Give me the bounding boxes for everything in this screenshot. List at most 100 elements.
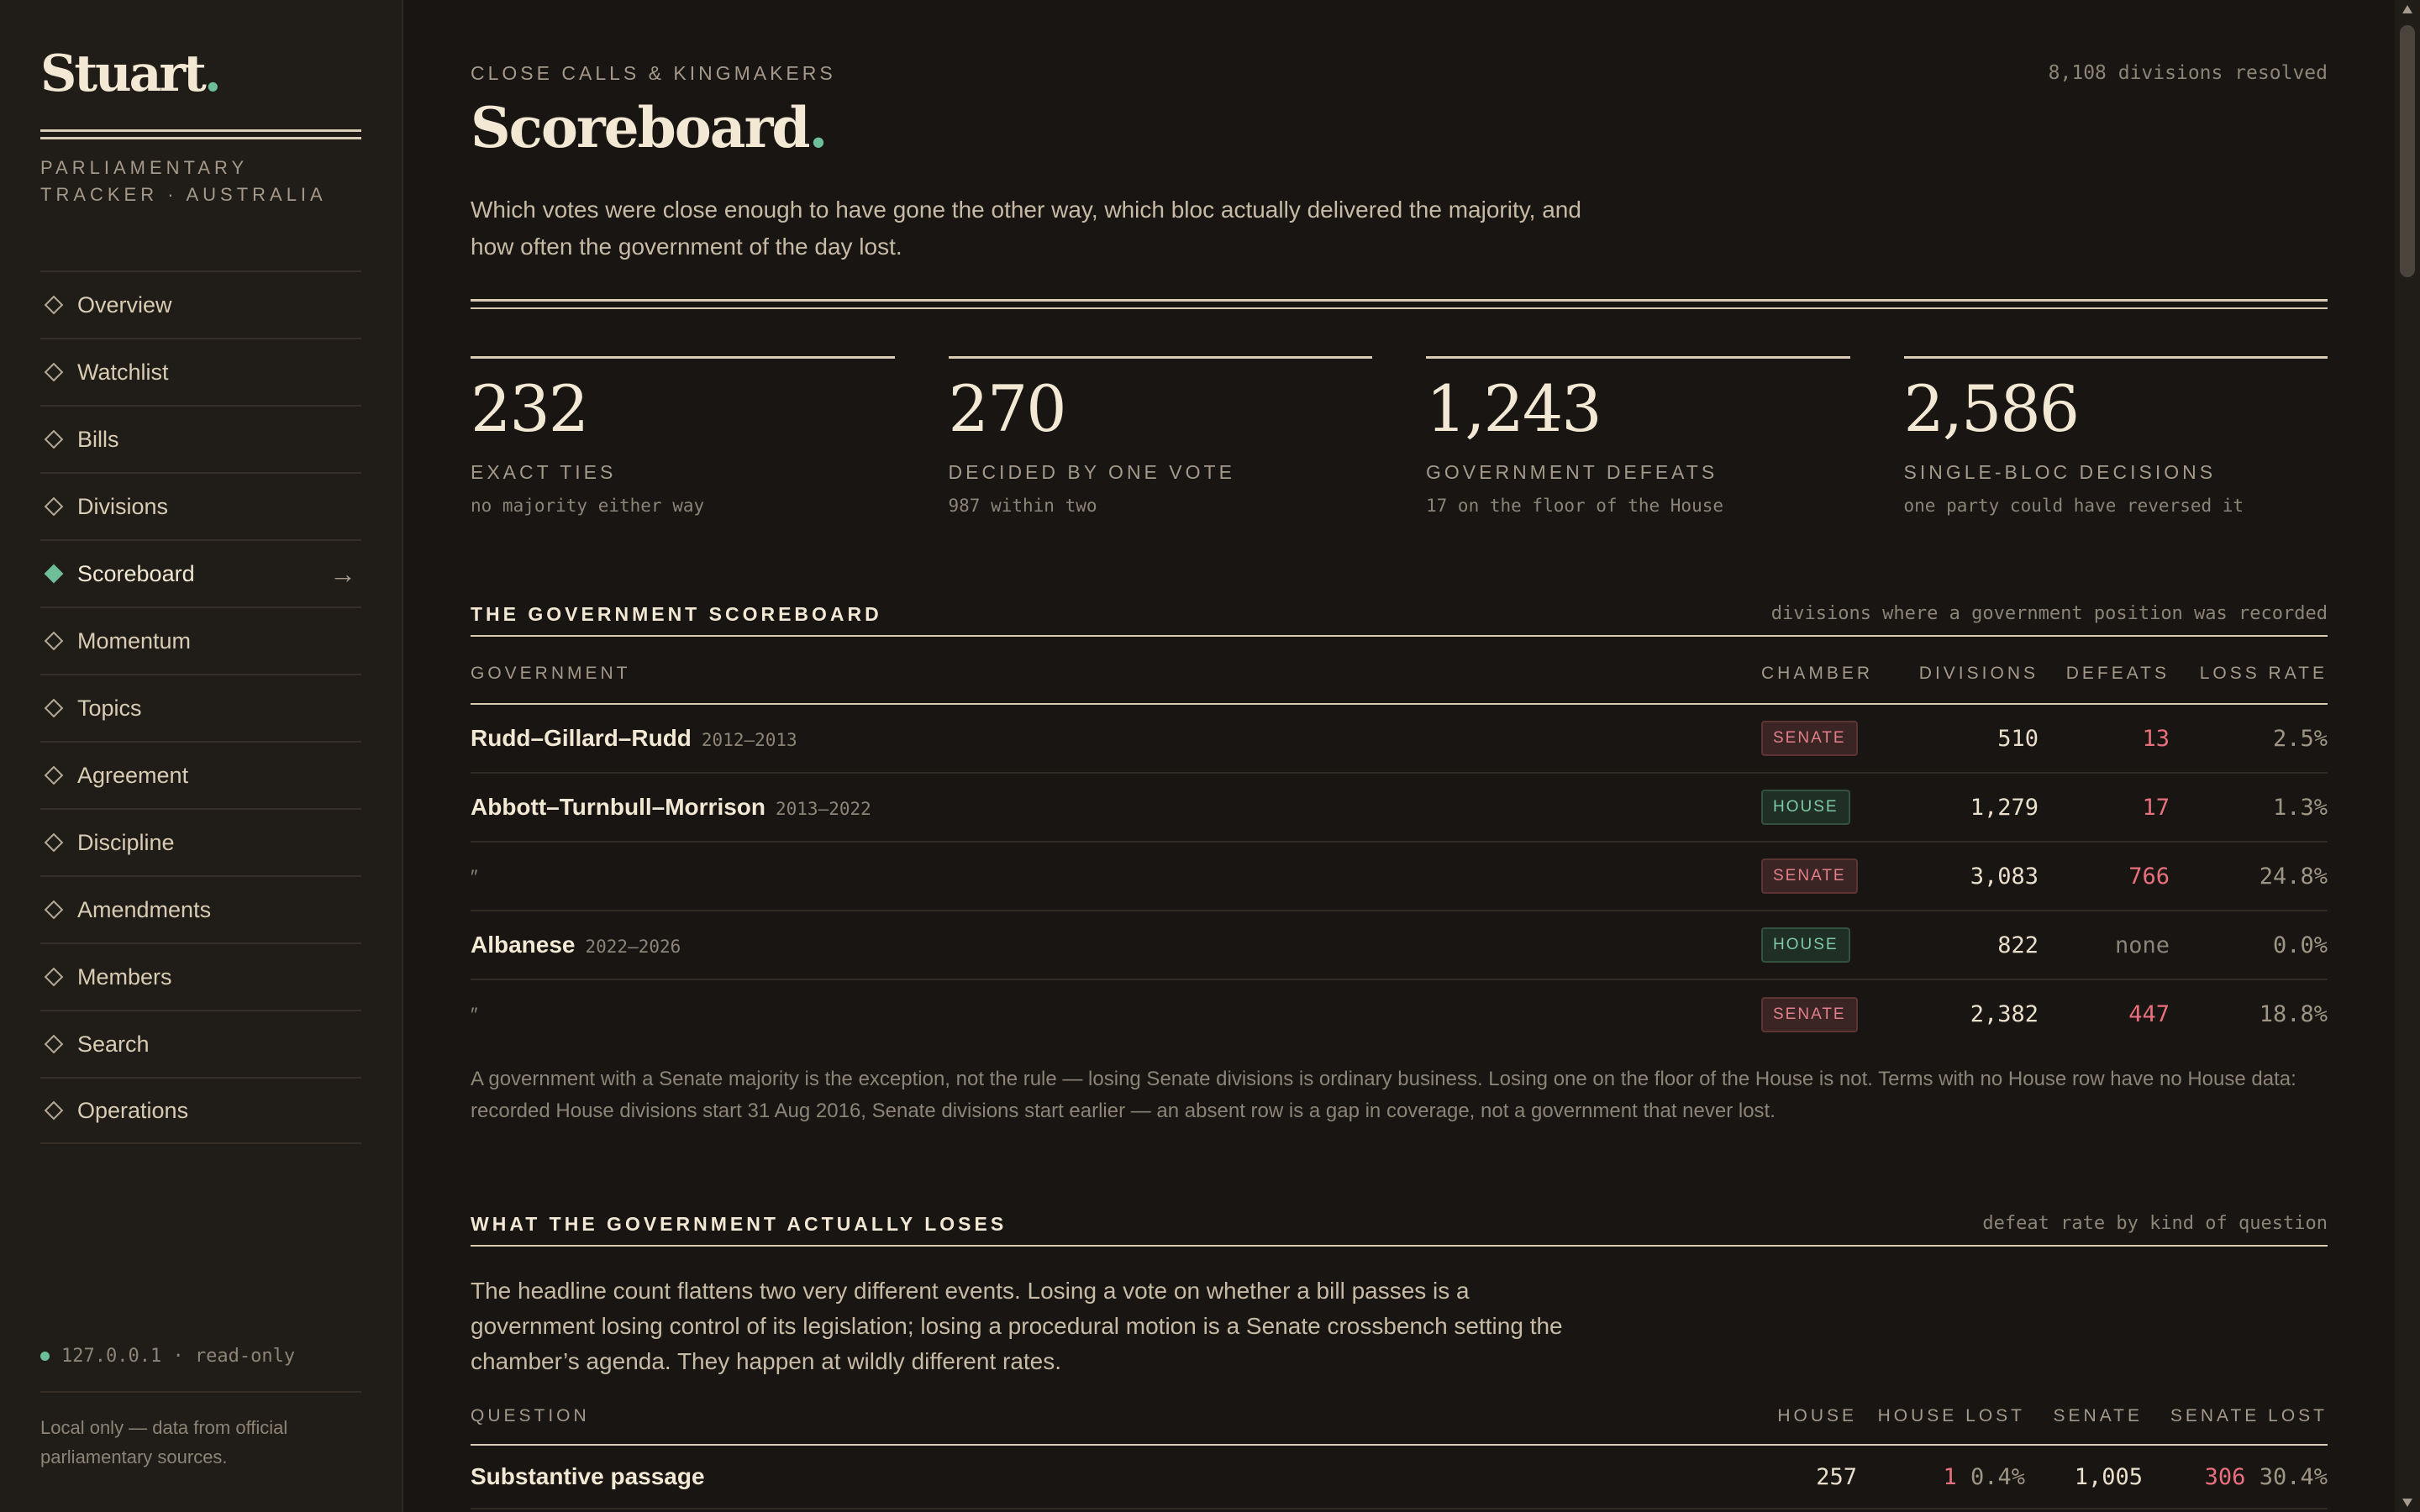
scoreboard-section-header: THE GOVERNMENT SCOREBOARD divisions wher… [471,603,2328,637]
stat-card-single-bloc: 2,586 SINGLE-BLOC DECISIONS one party co… [1903,356,2328,516]
diamond-outline-icon [44,496,64,517]
sidebar-item-label: Discipline [77,829,175,855]
divisions-cell: 2,382 [1970,1001,2039,1027]
chamber-badge: SENATE [1761,996,1858,1032]
diamond-outline-icon [44,832,64,853]
table-row[interactable]: Substantive passage 257 1 0.4% 1,005 306… [471,1445,2328,1509]
scroll-down-icon[interactable] [2402,1499,2412,1507]
column-header[interactable]: HOUSE LOST [1857,1388,2025,1446]
column-header[interactable]: SENATE LOST [2143,1388,2328,1446]
stat-card-government-defeats: 1,243 GOVERNMENT DEFEATS 17 on the floor… [1426,356,1850,516]
column-header[interactable]: GOVERNMENT [471,643,1761,705]
table-row[interactable]: ″ SENATE 3,083 766 24.8% [471,842,2328,911]
sidebar-item-divisions[interactable]: Divisions [40,472,361,539]
table-row[interactable]: Abbott–Turnbull–Morrison 2013–2022 HOUSE … [471,773,2328,843]
sidebar-nav: Overview Watchlist Bills Divisions Score… [40,270,361,1144]
chamber-badge: SENATE [1761,721,1858,756]
defeats-cell: 13 [2039,704,2170,774]
table-row[interactable]: Albanese 2022–2026 HOUSE 822 none 0.0% [471,911,2328,980]
sidebar-item-agreement[interactable]: Agreement [40,741,361,808]
chamber-cell: SENATE [1761,842,1879,911]
defeat-rate-table: QUESTION HOUSE HOUSE LOST SENATE SENATE … [471,1388,2328,1509]
column-header[interactable]: DEFEATS [2039,643,2170,705]
stat-card-exact-ties: 232 EXACT TIES no majority either way [471,356,895,516]
scrollbar[interactable] [2395,0,2420,1512]
stat-label: EXACT TIES [471,461,617,483]
sidebar-item-overview[interactable]: Overview [40,270,361,338]
senate-cell: 1,005 [2025,1445,2143,1509]
sidebar-item-amendments[interactable]: Amendments [40,875,361,942]
status-dot-icon [40,1352,50,1361]
scrollbar-thumb[interactable] [2400,25,2415,277]
section-note: divisions where a government position wa… [1770,603,2328,624]
brand-logo[interactable]: Stuart. [40,44,222,104]
loss-rate-cell: 2.5% [2170,704,2328,774]
chamber-cell: HOUSE [1761,773,1879,843]
loss-rate-cell: 1.3% [2170,773,2328,843]
divisions-cell: 510 [1879,704,2039,774]
stat-note: 17 on the floor of the House [1426,496,1724,516]
stat-note: one party could have reversed it [1903,496,2244,516]
losses-section-header: WHAT THE GOVERNMENT ACTUALLY LOSES defea… [471,1213,2328,1247]
column-header[interactable]: SENATE [2025,1388,2143,1446]
stat-label: SINGLE-BLOC DECISIONS [1903,461,2217,483]
column-header[interactable]: DIVISIONS [1879,643,2039,705]
page-intro: Which votes were close enough to have go… [471,197,1581,260]
sidebar-item-watchlist[interactable]: Watchlist [40,338,361,405]
sidebar-item-operations[interactable]: Operations [40,1077,361,1144]
chamber-cell: HOUSE [1761,911,1879,980]
table-row[interactable]: ″ SENATE 2,382 447 18.8% [471,979,2328,1048]
sidebar-item-members[interactable]: Members [40,942,361,1010]
sidebar-item-topics[interactable]: Topics [40,674,361,741]
column-header[interactable]: QUESTION [471,1388,1739,1446]
loss-rate-cell: 18.8% [2259,1001,2328,1027]
government-cell: ″ [471,1004,478,1026]
question-cell: Substantive passage [471,1445,1739,1509]
sidebar-item-search[interactable]: Search [40,1010,361,1077]
header-divider [471,299,2328,309]
chamber-badge: HOUSE [1761,790,1850,825]
diamond-outline-icon [44,295,64,315]
defeats-cell: 766 [2039,842,2170,911]
sidebar-item-discipline[interactable]: Discipline [40,808,361,875]
sidebar-item-label: Overview [77,291,172,318]
losses-description: The headline count flattens two very dif… [471,1278,1563,1374]
column-header[interactable]: CHAMBER [1761,643,1879,705]
stat-note: 987 within two [948,496,1097,516]
diamond-outline-icon [44,698,64,718]
sidebar-item-scoreboard[interactable]: Scoreboard → [40,539,361,606]
stat-value: 232 [471,371,589,446]
status-text: 127.0.0.1 · read-only [61,1346,296,1367]
sidebar-item-label: Amendments [77,896,212,922]
sidebar-item-momentum[interactable]: Momentum [40,606,361,674]
sidebar-item-bills[interactable]: Bills [40,405,361,472]
defeats-cell: 447 [2128,1001,2170,1027]
sidebar-item-label: Watchlist [77,359,169,385]
sidebar-item-label: Momentum [77,627,192,654]
chamber-badge: HOUSE [1761,927,1850,963]
brand-divider [40,129,361,139]
stat-label: DECIDED BY ONE VOTE [948,461,1235,483]
government-cell: Rudd–Gillard–Rudd 2012–2013 [471,704,1761,774]
diamond-outline-icon [44,765,64,785]
column-header[interactable]: HOUSE [1739,1388,1857,1446]
divisions-cell: 3,083 [1879,842,2039,911]
chamber-badge: SENATE [1761,858,1858,894]
stat-value: 1,243 [1426,371,1602,446]
divisions-cell: 1,279 [1879,773,2039,843]
scroll-up-icon[interactable] [2402,5,2412,13]
sidebar-item-label: Bills [77,426,119,452]
defeats-cell: 17 [2039,773,2170,843]
defeats-cell: none [2039,911,2170,980]
column-header[interactable]: LOSS RATE [2170,643,2328,705]
main-content: CLOSE CALLS & KINGMAKERS 8,108 divisions… [471,0,2328,1512]
section-note: defeat rate by kind of question [1982,1213,2328,1234]
chamber-cell: SENATE [1761,979,1879,1048]
table-row[interactable]: Rudd–Gillard–Rudd 2012–2013 SENATE 510 13… [471,704,2328,774]
sidebar-divider [40,1391,361,1393]
section-title: THE GOVERNMENT SCOREBOARD [471,603,882,625]
senate-lost-cell: 306 30.4% [2143,1445,2328,1509]
divisions-resolved-count: 8,108 divisions resolved [2048,62,2328,84]
government-cell: ″ [471,842,1761,911]
government-scoreboard-table: GOVERNMENT CHAMBER DIVISIONS DEFEATS LOS… [471,643,2328,1048]
